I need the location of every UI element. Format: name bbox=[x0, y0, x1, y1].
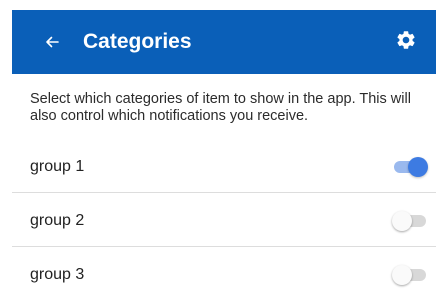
toggle-thumb bbox=[392, 265, 412, 285]
back-button[interactable] bbox=[38, 28, 66, 56]
category-row-group-1[interactable]: group 1 bbox=[12, 139, 436, 193]
category-toggle[interactable] bbox=[392, 265, 428, 285]
category-toggle[interactable] bbox=[392, 211, 428, 231]
toggle-thumb bbox=[408, 157, 428, 177]
category-row-group-2[interactable]: group 2 bbox=[12, 193, 436, 247]
category-label: group 2 bbox=[30, 212, 85, 229]
toggle-thumb bbox=[392, 211, 412, 231]
app-bar: Categories bbox=[12, 10, 436, 74]
category-row-group-3[interactable]: group 3 bbox=[12, 247, 436, 291]
category-label: group 1 bbox=[30, 158, 85, 175]
gear-icon bbox=[395, 29, 417, 56]
description-text: Select which categories of item to show … bbox=[30, 91, 411, 124]
arrow-left-icon bbox=[44, 34, 60, 50]
category-label: group 3 bbox=[30, 266, 85, 283]
category-toggle[interactable] bbox=[392, 157, 428, 177]
category-list: group 1 group 2 group 3 bbox=[12, 139, 436, 291]
page-title: Categories bbox=[83, 30, 192, 53]
settings-button[interactable] bbox=[392, 28, 420, 56]
screen: Categories Select which categories of it… bbox=[0, 0, 436, 291]
